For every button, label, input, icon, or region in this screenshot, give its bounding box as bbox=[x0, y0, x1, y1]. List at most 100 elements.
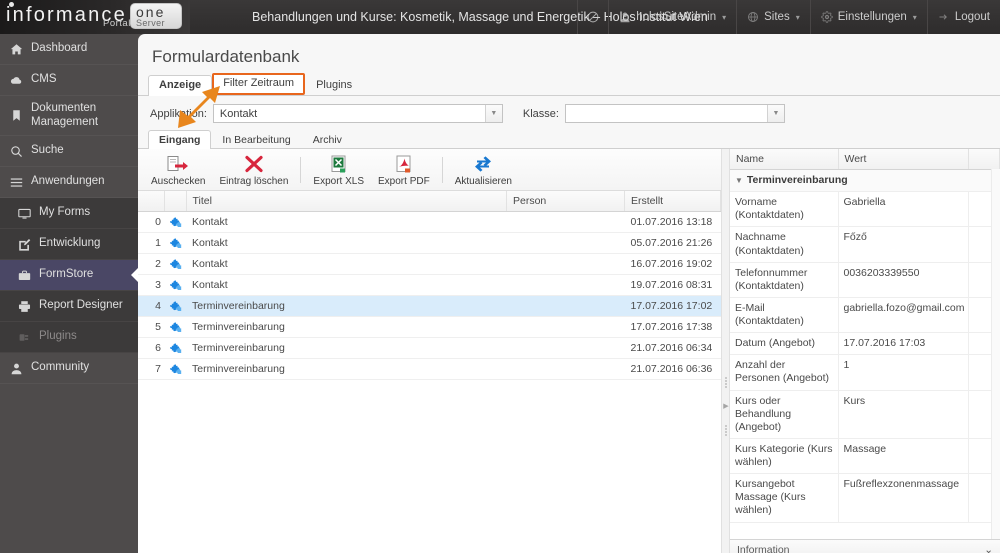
detail-table: Name Wert ▼ Terminvereinbarung Vorname (Ko… bbox=[730, 149, 1000, 523]
form-entry-icon bbox=[164, 253, 186, 275]
application-window: informance Portal one Server Behandlunge… bbox=[0, 0, 1000, 553]
detail-row[interactable]: Anzahl der Personen (Angebot) 1 bbox=[730, 354, 1000, 391]
table-row[interactable]: 0 Kontakt 01.07.2016 13:18 bbox=[138, 211, 721, 233]
detail-col-wert[interactable]: Wert bbox=[838, 149, 969, 170]
sidebar-item-my-forms[interactable]: My Forms bbox=[0, 198, 138, 229]
search-icon bbox=[11, 145, 22, 157]
col-titel[interactable]: Titel bbox=[186, 191, 507, 212]
row-erstellt: 16.07.2016 19:02 bbox=[624, 253, 721, 275]
row-person bbox=[506, 232, 625, 254]
subtab-archiv[interactable]: Archiv bbox=[302, 130, 353, 149]
klasse-select[interactable]: ▼ bbox=[564, 104, 785, 123]
sidebar-item-dashboard[interactable]: Dashboard bbox=[0, 34, 138, 65]
tab-filter-zeitraum-label: Filter Zeitraum bbox=[223, 76, 295, 89]
row-titel: Terminvereinbarung bbox=[186, 358, 507, 380]
detail-row[interactable]: Datum (Angebot) 17.07.2016 17:03 bbox=[730, 332, 1000, 356]
row-erstellt: 17.07.2016 17:02 bbox=[624, 295, 721, 317]
form-entry-icon bbox=[164, 316, 186, 338]
row-number: 2 bbox=[138, 253, 164, 275]
subtab-eingang[interactable]: Eingang bbox=[148, 130, 212, 149]
briefcase-icon bbox=[18, 270, 31, 280]
block-icon-button[interactable] bbox=[577, 0, 608, 34]
logout-icon bbox=[939, 14, 947, 20]
table-row[interactable]: 5 Terminvereinbarung 17.07.2016 17:38 bbox=[138, 316, 721, 338]
pane-splitter[interactable]: ▶ bbox=[721, 149, 730, 553]
table-row[interactable]: 6 Terminvereinbarung 21.07.2016 06:34 bbox=[138, 337, 721, 359]
row-titel: Kontakt bbox=[186, 274, 507, 296]
detail-group-label: ▼ Terminvereinbarung bbox=[730, 169, 1000, 193]
splitter-collapse-arrow[interactable]: ▶ bbox=[723, 401, 729, 411]
sidebar-item-formstore[interactable]: FormStore bbox=[0, 260, 138, 291]
detail-row-name: Kursangebot Massage (Kurs wählen) bbox=[730, 473, 839, 523]
user-menu[interactable]: holosSiteAdmin ▾ bbox=[608, 0, 736, 34]
sub-tab-bar: Eingang In Bearbeitung Archiv bbox=[138, 129, 1000, 149]
chevron-down-icon[interactable]: ▼ bbox=[735, 176, 743, 186]
detail-group-row[interactable]: ▼ Terminvereinbarung bbox=[730, 169, 1000, 193]
user-menu-label: holosSiteAdmin bbox=[636, 11, 717, 23]
form-entry-icon bbox=[164, 211, 186, 233]
sidebar-item-plugins[interactable]: Plugins bbox=[0, 322, 138, 353]
detail-row[interactable]: Vorname (Kontaktdaten) Gabriella bbox=[730, 191, 1000, 228]
globe-icon bbox=[748, 12, 759, 22]
chevron-down-icon[interactable]: ⌄ bbox=[984, 544, 993, 553]
tab-filter-zeitraum[interactable]: Filter Zeitraum bbox=[212, 72, 306, 95]
aktualisieren-button[interactable]: Aktualisieren bbox=[448, 153, 519, 187]
tab-anzeige-label: Anzeige bbox=[159, 78, 202, 91]
subtab-in-bearbeitung[interactable]: In Bearbeitung bbox=[211, 130, 301, 149]
row-titel: Kontakt bbox=[186, 211, 507, 233]
sidebar-item-report-designer[interactable]: Report Designer bbox=[0, 291, 138, 322]
menu-icon bbox=[10, 177, 23, 187]
applikation-value: Kontakt bbox=[219, 107, 258, 120]
logout-button[interactable]: Logout bbox=[926, 0, 1000, 34]
export-pdf-label: Export PDF bbox=[378, 175, 430, 187]
sidebar-item-cms[interactable]: CMS bbox=[0, 65, 138, 96]
brand-logo[interactable]: informance Portal one Server bbox=[0, 0, 190, 34]
sidebar-item-anwendungen[interactable]: Anwendungen bbox=[0, 167, 138, 198]
col-erstellt[interactable]: Erstellt bbox=[624, 191, 721, 212]
content-split: Auschecken Eintrag löschen Export XLS Ex… bbox=[138, 149, 1000, 553]
eintrag-loeschen-label: Eintrag löschen bbox=[219, 175, 289, 187]
export-pdf-button[interactable]: Export PDF bbox=[371, 153, 437, 187]
detail-row[interactable]: Nachname (Kontaktdaten) Főző bbox=[730, 226, 1000, 263]
eintrag-loeschen-button[interactable]: Eintrag löschen bbox=[212, 153, 295, 187]
tab-anzeige[interactable]: Anzeige bbox=[148, 74, 213, 96]
table-row[interactable]: 7 Terminvereinbarung 21.07.2016 06:36 bbox=[138, 358, 721, 380]
sites-menu-label: Sites bbox=[764, 11, 790, 23]
chevron-down-icon[interactable]: ▼ bbox=[766, 105, 784, 122]
sidebar-item-community[interactable]: Community bbox=[0, 353, 138, 384]
detail-row[interactable]: Kursangebot Massage (Kurs wählen) Fußrefl… bbox=[730, 473, 1000, 523]
col-icon[interactable] bbox=[164, 191, 187, 212]
records-toolbar: Auschecken Eintrag löschen Export XLS Ex… bbox=[138, 149, 721, 191]
detail-scrollbar[interactable] bbox=[991, 169, 1000, 539]
monitor-icon bbox=[18, 208, 31, 219]
detail-row[interactable]: Kurs oder Behandlung (Angebot) Kurs bbox=[730, 390, 1000, 439]
sites-menu[interactable]: Sites ▾ bbox=[736, 0, 810, 34]
applikation-select[interactable]: Kontakt ▼ bbox=[212, 104, 503, 123]
detail-col-extra[interactable] bbox=[968, 149, 1000, 170]
detail-col-name[interactable]: Name bbox=[730, 149, 839, 170]
splitter-handle-dots bbox=[725, 377, 728, 388]
sidebar-item-entwicklung[interactable]: Entwicklung bbox=[0, 229, 138, 260]
user-icon bbox=[620, 12, 630, 23]
detail-row[interactable]: Kurs Kategorie (Kurs wählen) Massage bbox=[730, 438, 1000, 475]
detail-row[interactable]: E-Mail (Kontaktdaten) gabriella.fozo@gmai… bbox=[730, 297, 1000, 334]
detail-header-row: Name Wert bbox=[730, 149, 1000, 170]
settings-menu[interactable]: Einstellungen ▾ bbox=[809, 0, 927, 34]
auschecken-button[interactable]: Auschecken bbox=[144, 153, 212, 187]
table-row[interactable]: 4 Terminvereinbarung 17.07.2016 17:02 bbox=[138, 295, 721, 317]
detail-row[interactable]: Telefonnummer (Kontaktdaten) 003620333955… bbox=[730, 262, 1000, 298]
row-person bbox=[506, 211, 625, 233]
sidebar-item-dokumenten-management[interactable]: Dokumenten Management bbox=[0, 96, 138, 136]
detail-row-wert: Fußreflexzonenmassage bbox=[838, 473, 969, 523]
col-number[interactable] bbox=[138, 191, 165, 212]
sidebar-item-suche[interactable]: Suche bbox=[0, 136, 138, 167]
table-row[interactable]: 3 Kontakt 19.07.2016 08:31 bbox=[138, 274, 721, 296]
export-xls-button[interactable]: Export XLS bbox=[306, 153, 371, 187]
chevron-down-icon[interactable]: ▼ bbox=[484, 105, 502, 122]
tab-plugins[interactable]: Plugins bbox=[305, 75, 363, 96]
chevron-down-icon: ▾ bbox=[795, 12, 800, 22]
col-person[interactable]: Person bbox=[506, 191, 625, 212]
table-row[interactable]: 2 Kontakt 16.07.2016 19:02 bbox=[138, 253, 721, 275]
information-bar[interactable]: Information ⌄ bbox=[730, 539, 1000, 553]
table-row[interactable]: 1 Kontakt 05.07.2016 21:26 bbox=[138, 232, 721, 254]
